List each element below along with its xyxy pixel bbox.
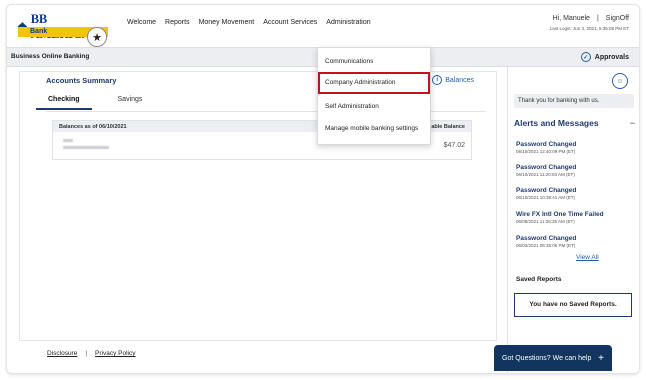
alert-date: 06/08/2021 11:26:35 AM (ET): [516, 219, 575, 224]
chat-help-label: Got Questions? We can help: [502, 354, 592, 362]
administration-dropdown-menu: Communications Company Administration Se…: [317, 47, 431, 145]
alert-item[interactable]: Password Changed 06/10/2021 12:40:09 PM …: [516, 141, 576, 154]
alert-item[interactable]: Password Changed 06/03/2021 05:35:06 PM …: [516, 235, 576, 248]
thanks-message: Thank you for banking with us.: [514, 94, 634, 108]
top-header: ❖ BB AMERICAS Bank ★ Welcome Reports Mon…: [7, 5, 639, 47]
user-greeting: Hi, Manuele: [552, 15, 590, 22]
menu-item-communications[interactable]: Communications: [318, 51, 430, 73]
view-all-link[interactable]: View All: [576, 254, 599, 261]
alert-title: Wire FX Intl One Time Failed: [516, 211, 604, 218]
nav-welcome[interactable]: Welcome: [127, 19, 156, 26]
alert-date: 06/03/2021 05:35:06 PM (ET): [516, 243, 576, 248]
balances-link[interactable]: i Balances: [432, 75, 474, 85]
check-circle-icon: ✓: [580, 52, 591, 62]
alert-title: Password Changed: [516, 187, 577, 194]
info-icon: i: [432, 75, 443, 85]
alerts-title: Alerts and Messages: [514, 118, 599, 128]
approvals-button[interactable]: ✓ Approvals: [580, 52, 629, 62]
footer-links: Disclosure | Privacy Policy: [47, 350, 136, 357]
alert-item[interactable]: Wire FX Intl One Time Failed 06/08/2021 …: [516, 211, 604, 224]
privacy-policy-link[interactable]: Privacy Policy: [95, 350, 135, 357]
page-title: Business Online Banking: [11, 53, 90, 60]
balances-date-header: Balances as of 06/10/2021: [59, 123, 127, 130]
app-window: ❖ BB AMERICAS Bank ★ Welcome Reports Mon…: [6, 4, 640, 374]
alert-title: Password Changed: [516, 141, 577, 148]
redacted-account-number: [63, 146, 109, 149]
menu-item-self-administration[interactable]: Self Administration: [318, 96, 430, 118]
star-icon[interactable]: ★: [87, 27, 107, 47]
right-sidebar: ☺ Thank you for banking with us. Alerts …: [507, 67, 639, 373]
saved-reports-empty: You have no Saved Reports.: [514, 293, 632, 317]
available-balance-value: $47.02: [443, 142, 465, 149]
separator: |: [596, 15, 599, 22]
alert-date: 06/10/2021 10:39:41 AM (ET): [516, 195, 576, 200]
nav-administration[interactable]: Administration: [326, 19, 370, 26]
menu-item-company-administration[interactable]: Company Administration: [318, 72, 430, 94]
chat-bubble-icon[interactable]: ☺: [612, 73, 628, 89]
account-tabs: Checking Savings: [36, 96, 143, 110]
accounts-summary-title: Accounts Summary: [46, 76, 117, 85]
alert-title: Password Changed: [516, 235, 577, 242]
alert-date: 06/10/2021 11:20:03 AM (ET): [516, 172, 575, 177]
alert-item[interactable]: Password Changed 06/10/2021 11:20:03 AM …: [516, 164, 576, 177]
nav-reports[interactable]: Reports: [165, 19, 190, 26]
last-login-text: Last Login: Jun 3, 2021, 5:35:08 PM ET: [549, 26, 629, 31]
alert-item[interactable]: Password Changed 06/10/2021 10:39:41 AM …: [516, 187, 576, 200]
signoff-link[interactable]: SignOff: [606, 15, 629, 22]
approvals-label: Approvals: [594, 53, 629, 61]
main-nav: Welcome Reports Money Movement Account S…: [127, 19, 371, 26]
tab-savings[interactable]: Savings: [118, 96, 143, 110]
nav-money-movement[interactable]: Money Movement: [199, 19, 255, 26]
disclosure-link[interactable]: Disclosure: [47, 350, 77, 357]
user-area: Hi, Manuele | SignOff Last Login: Jun 3, 2…: [550, 15, 629, 31]
separator: |: [85, 350, 88, 357]
tab-checking[interactable]: Checking: [36, 96, 92, 110]
nav-account-services[interactable]: Account Services: [263, 19, 317, 26]
chat-help-button[interactable]: Got Questions? We can help +: [494, 345, 612, 371]
menu-item-mobile-banking-settings[interactable]: Manage mobile banking settings: [318, 118, 430, 140]
balances-label: Balances: [445, 76, 474, 84]
plus-icon: +: [598, 352, 604, 364]
collapse-icon[interactable]: −: [630, 118, 635, 128]
redacted-account-name: [63, 139, 73, 142]
saved-reports-title: Saved Reports: [516, 276, 562, 283]
alert-date: 06/10/2021 12:40:09 PM (ET): [516, 149, 576, 154]
alert-title: Password Changed: [516, 164, 577, 171]
